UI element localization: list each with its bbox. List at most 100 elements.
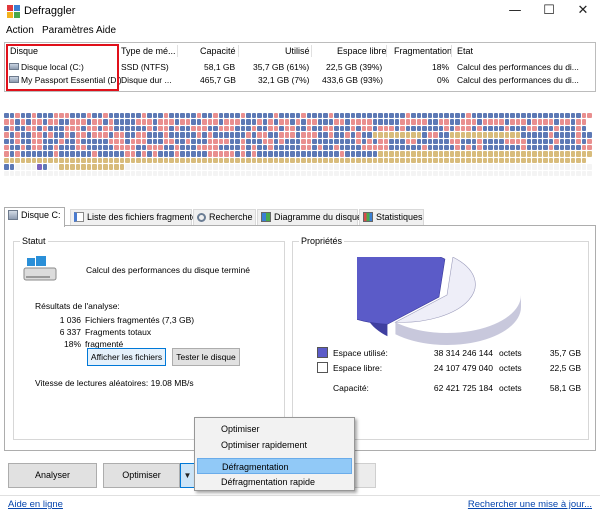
column-capacity[interactable]: Capacité	[200, 46, 236, 56]
disk-block	[328, 138, 333, 144]
disk-block	[191, 138, 196, 144]
disk-block	[405, 164, 410, 170]
disk-block	[240, 145, 245, 151]
column-state[interactable]: Etat	[457, 46, 473, 56]
disk-block	[15, 138, 20, 144]
column-divider	[451, 45, 452, 57]
minimize-button[interactable]: —	[498, 0, 532, 23]
disk-block	[257, 132, 262, 138]
tab-fragmented-files[interactable]: Liste des fichiers fragmentés	[70, 209, 202, 226]
disk-block	[152, 157, 157, 164]
maximize-button[interactable]: ☐	[532, 0, 566, 23]
disk-block	[554, 125, 559, 132]
disk-block	[213, 164, 218, 170]
disk-block	[455, 119, 460, 125]
check-update-link[interactable]: Rechercher une mise à jour...	[468, 499, 592, 510]
disk-block	[108, 170, 113, 176]
disk-block	[345, 151, 350, 157]
disk-block	[433, 157, 438, 164]
disk-block	[460, 164, 465, 170]
menu-item-defragment[interactable]: Défragmentation	[197, 458, 352, 474]
disk-block	[37, 113, 42, 119]
disk-block	[587, 151, 592, 157]
disk-block	[257, 113, 262, 119]
menu-item-optimize[interactable]: Optimiser	[197, 421, 352, 437]
disk-block	[185, 125, 190, 132]
disk-block	[587, 145, 592, 151]
show-files-button[interactable]: Afficher les fichiers	[87, 348, 166, 366]
disk-block	[438, 119, 443, 125]
optimize-button[interactable]: Optimiser	[103, 463, 180, 488]
free-space-label: Espace libre:	[333, 363, 383, 373]
disk-block	[345, 138, 350, 144]
disk-block	[537, 145, 542, 151]
column-used[interactable]: Utilisé	[285, 46, 310, 56]
tab-disk-map[interactable]: Diagramme du disque	[257, 209, 362, 226]
disk-block	[163, 138, 168, 144]
disk-block	[400, 157, 405, 164]
disk-block	[427, 157, 432, 164]
menu-item-quick-optimize[interactable]: Optimiser rapidement	[197, 437, 352, 453]
disk-block	[246, 125, 251, 132]
disk-block	[466, 164, 471, 170]
disk-block	[290, 125, 295, 132]
test-disk-button[interactable]: Tester le disque	[172, 348, 240, 366]
disk-block	[504, 119, 509, 125]
disk-block	[499, 151, 504, 157]
disk-block	[152, 170, 157, 176]
disk-block	[108, 138, 113, 144]
column-free[interactable]: Espace libre	[337, 46, 387, 56]
disk-block	[191, 170, 196, 176]
disk-block	[581, 151, 586, 157]
tab-label: Liste des fichiers fragmentés	[87, 212, 202, 222]
disk-block	[422, 138, 427, 144]
disk-block	[218, 145, 223, 151]
disk-block	[202, 113, 207, 119]
disk-block	[383, 132, 388, 138]
disk-block	[471, 145, 476, 151]
menu-settings[interactable]: Paramètres	[42, 25, 94, 36]
tab-disk-c[interactable]: Disque C:	[4, 207, 65, 227]
drive-list[interactable]: Disque Type de mé... Capacité Utilisé Es…	[4, 42, 596, 92]
disk-block	[97, 125, 102, 132]
menu-item-quick-defragment[interactable]: Défragmentation rapide	[197, 474, 352, 490]
disk-block	[356, 145, 361, 151]
disk-block	[383, 170, 388, 176]
disk-block	[64, 145, 69, 151]
tab-search[interactable]: Recherche	[193, 209, 256, 226]
disk-block-map[interactable]	[4, 113, 596, 177]
disk-block	[218, 151, 223, 157]
disk-block	[482, 170, 487, 176]
menu-action[interactable]: Action	[6, 25, 34, 36]
column-media-type[interactable]: Type de mé...	[121, 46, 176, 56]
disk-block	[548, 125, 553, 132]
disk-block	[372, 157, 377, 164]
disk-block	[493, 132, 498, 138]
column-fragmentation[interactable]: Fragmentation	[394, 46, 452, 56]
analyze-button[interactable]: Analyser	[8, 463, 97, 488]
disk-block	[543, 164, 548, 170]
disk-block	[334, 164, 339, 170]
disk-block	[581, 145, 586, 151]
disk-block	[42, 132, 47, 138]
disk-block	[97, 145, 102, 151]
disk-block	[202, 125, 207, 132]
optimize-dropdown-button[interactable]: ▼	[180, 463, 195, 488]
close-button[interactable]: ✕	[566, 0, 600, 23]
disk-block	[433, 119, 438, 125]
disk-block	[526, 125, 531, 132]
disk-block	[163, 157, 168, 164]
disk-block	[350, 138, 355, 144]
tab-statistics[interactable]: Statistiques	[359, 209, 424, 226]
disk-block	[75, 119, 80, 125]
menu-help[interactable]: Aide	[96, 25, 116, 36]
online-help-link[interactable]: Aide en ligne	[8, 499, 63, 510]
disk-block	[565, 119, 570, 125]
disk-block	[92, 170, 97, 176]
disk-block	[543, 113, 548, 119]
disk-block	[510, 113, 515, 119]
disk-block	[559, 119, 564, 125]
disk-block	[268, 157, 273, 164]
disk-block	[15, 132, 20, 138]
disk-block	[141, 113, 146, 119]
